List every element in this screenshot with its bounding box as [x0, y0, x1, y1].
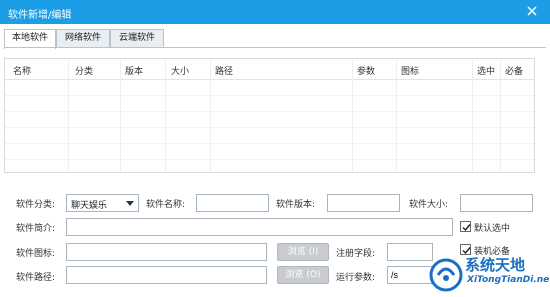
icon-label: 软件图标:: [16, 249, 56, 259]
tab-cloud-software[interactable]: 云端软件: [110, 29, 164, 47]
tab-local-software[interactable]: 本地软件: [4, 29, 56, 49]
column-header-path[interactable]: 路径: [215, 64, 233, 77]
browse-path-button[interactable]: 浏览 (O): [277, 266, 329, 284]
column-divider: [500, 59, 501, 172]
category-select[interactable]: 聊天娱乐: [66, 194, 139, 212]
size-label: 软件大小:: [409, 200, 449, 210]
column-divider: [68, 59, 69, 172]
reg-field-label: 注册字段:: [336, 249, 376, 259]
column-divider: [210, 59, 211, 172]
path-label: 软件路径:: [16, 273, 56, 283]
tab-network-software[interactable]: 网络软件: [56, 29, 110, 47]
row-divider: [5, 111, 534, 112]
column-header-icon[interactable]: 图标: [401, 64, 419, 77]
row-divider: [5, 159, 534, 160]
category-label: 软件分类:: [16, 200, 56, 210]
close-icon[interactable]: [524, 3, 540, 19]
software-table[interactable]: 名称 分类 版本 大小 路径 参数 图标 选中 必备: [4, 58, 535, 173]
browse-path-button-shortcut: (O): [306, 270, 321, 280]
default-select-checkbox[interactable]: [460, 221, 471, 232]
params-label: 运行参数:: [336, 273, 376, 283]
column-header-size[interactable]: 大小: [171, 64, 189, 77]
browse-path-button-label: 浏览: [285, 270, 304, 280]
size-input[interactable]: [460, 194, 533, 212]
browse-icon-button-shortcut: (I): [308, 247, 319, 257]
tab-label: 云端软件: [118, 33, 155, 43]
column-header-params[interactable]: 参数: [357, 64, 375, 77]
column-header-category[interactable]: 分类: [75, 64, 93, 77]
watermark-logo-icon: [429, 258, 463, 292]
column-header-version[interactable]: 版本: [125, 64, 143, 77]
default-select-label: 默认选中: [474, 224, 511, 234]
category-select-value: 聊天娱乐: [71, 201, 108, 211]
intro-input[interactable]: [66, 218, 453, 236]
browse-icon-button[interactable]: 浏览 (I): [277, 243, 329, 261]
column-divider: [165, 59, 166, 172]
column-divider: [396, 59, 397, 172]
version-input[interactable]: [327, 194, 400, 212]
row-divider: [5, 127, 534, 128]
icon-path-input[interactable]: [66, 243, 267, 261]
window-title: 软件新增/编辑: [8, 10, 72, 21]
path-input[interactable]: [66, 266, 267, 284]
title-bar: 软件新增/编辑: [0, 0, 550, 24]
column-header-name[interactable]: 名称: [13, 64, 31, 77]
column-divider: [472, 59, 473, 172]
tab-label: 网络软件: [64, 33, 101, 43]
row-divider: [5, 95, 534, 96]
name-label: 软件名称:: [146, 200, 186, 210]
version-label: 软件版本:: [276, 200, 316, 210]
chevron-down-icon: [126, 201, 134, 206]
table-header: 名称 分类 版本 大小 路径 参数 图标 选中 必备: [5, 59, 534, 80]
watermark-text: 系统天地: [465, 256, 526, 274]
row-divider: [5, 143, 534, 144]
watermark-url: XiTongTianDi.net: [467, 275, 550, 285]
intro-label: 软件简介:: [16, 224, 56, 234]
column-divider: [120, 59, 121, 172]
browse-icon-button-label: 浏览: [287, 247, 306, 257]
tab-divider: [4, 47, 546, 48]
tab-label: 本地软件: [11, 33, 48, 43]
name-input[interactable]: [196, 194, 269, 212]
column-header-selected[interactable]: 选中: [477, 64, 495, 77]
column-header-required[interactable]: 必备: [505, 64, 523, 77]
watermark: 系统天地 XiTongTianDi.net: [425, 251, 550, 297]
column-divider: [352, 59, 353, 172]
